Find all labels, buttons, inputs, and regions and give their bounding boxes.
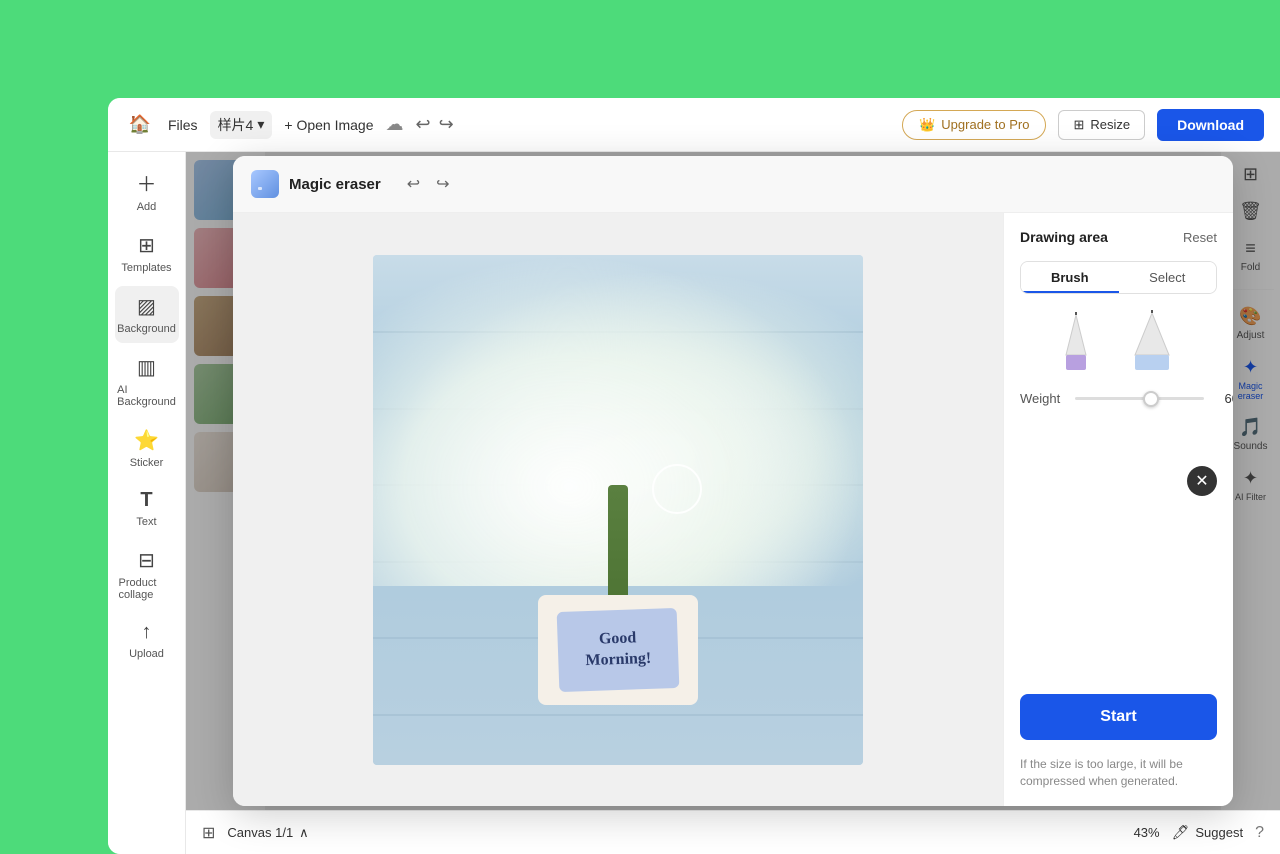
suggest-icon: 🖊	[1172, 824, 1190, 841]
expand-icon[interactable]: ∧	[299, 825, 309, 841]
project-selector[interactable]: 样片4 ▾	[210, 111, 273, 139]
wood-board-6	[373, 714, 863, 716]
modal-image: GoodMorning!	[373, 255, 863, 765]
sidebar-item-templates[interactable]: ⊞ Templates	[115, 225, 179, 282]
open-image-button[interactable]: + Open Image	[284, 117, 373, 133]
brush-toggle-button[interactable]: Brush	[1021, 262, 1119, 293]
drawing-area-title: Drawing area	[1020, 229, 1108, 245]
modal-redo-button[interactable]: ↪	[432, 170, 453, 198]
brush-select-toggle: Brush Select	[1020, 261, 1217, 294]
weight-label: Weight	[1020, 391, 1065, 406]
sidebar-item-background[interactable]: ▨ Background	[115, 286, 179, 343]
app-window: 🏠 Files 样片4 ▾ + Open Image ☁ ↩ ↪ 👑 Upgra…	[108, 98, 1280, 854]
sidebar-item-text[interactable]: T Text	[115, 481, 179, 536]
ai-background-icon: ▥	[137, 355, 156, 380]
help-icon[interactable]: ?	[1255, 824, 1264, 842]
modal-header: Magic eraser ↩ ↪ ✕	[233, 156, 1233, 213]
flower-background: GoodMorning!	[373, 255, 863, 765]
undo-redo-group: ↩ ↪	[416, 114, 454, 135]
resize-icon: ⊞	[1073, 117, 1084, 133]
brush-previews	[1020, 310, 1217, 375]
modal-image-area: GoodMorning!	[233, 213, 1003, 806]
drawing-area-header: Drawing area Reset	[1020, 229, 1217, 245]
bottom-bar: ⊞ Canvas 1/1 ∧ 43% 🖊 Suggest ?	[186, 810, 1280, 854]
topbar: 🏠 Files 样片4 ▾ + Open Image ☁ ↩ ↪ 👑 Upgra…	[108, 98, 1280, 152]
sidebar-item-product-collage[interactable]: ⊟ Product collage	[115, 540, 179, 609]
sticker-icon: ⭐	[134, 428, 159, 453]
upload-icon: ↑	[142, 621, 152, 644]
canvas-label: Canvas 1/1 ∧	[227, 825, 308, 841]
weight-value: 60	[1214, 391, 1233, 406]
tag-note: GoodMorning!	[557, 607, 680, 691]
download-button[interactable]: Download	[1157, 109, 1264, 141]
layers-icon: ⊞	[202, 823, 215, 843]
files-link[interactable]: Files	[168, 117, 198, 133]
magic-eraser-modal: Magic eraser ↩ ↪ ✕	[233, 156, 1233, 806]
weight-slider[interactable]	[1075, 397, 1204, 400]
sidebar-item-ai-background[interactable]: ▥ AI Background	[115, 347, 179, 416]
chevron-down-icon: ▾	[257, 116, 264, 133]
crown-icon: 👑	[919, 117, 935, 133]
undo-button[interactable]: ↩	[416, 114, 431, 135]
select-toggle-button[interactable]: Select	[1119, 262, 1217, 293]
compress-note: If the size is too large, it will be com…	[1020, 756, 1217, 790]
text-icon: T	[140, 489, 152, 512]
good-morning-tag: GoodMorning!	[538, 595, 698, 705]
start-button[interactable]: Start	[1020, 694, 1217, 740]
tag-text: GoodMorning!	[584, 628, 651, 672]
product-collage-icon: ⊟	[138, 548, 155, 573]
modal-undo-redo: ↩ ↪	[403, 170, 454, 198]
sidebar-item-add[interactable]: ＋ Add	[115, 160, 179, 221]
cloud-icon[interactable]: ☁	[386, 114, 404, 135]
templates-icon: ⊞	[138, 233, 155, 258]
left-sidebar: ＋ Add ⊞ Templates ▨ Background ▥ AI Back…	[108, 152, 186, 854]
modal-body: GoodMorning! Drawing area Reset	[233, 213, 1233, 806]
zoom-level: 43%	[1134, 825, 1160, 840]
weight-row: Weight 60	[1020, 391, 1217, 406]
brush-preview-small[interactable]	[1051, 310, 1101, 375]
magic-eraser-header-icon	[251, 170, 279, 198]
resize-button[interactable]: ⊞ Resize	[1058, 110, 1145, 140]
modal-undo-button[interactable]: ↩	[403, 170, 424, 198]
brush-preview-large[interactable]	[1117, 310, 1187, 375]
sidebar-item-sticker[interactable]: ⭐ Sticker	[115, 420, 179, 477]
suggest-button[interactable]: 🖊 Suggest	[1172, 824, 1243, 841]
background-icon: ▨	[137, 294, 156, 319]
home-icon[interactable]: 🏠	[124, 109, 156, 141]
modal-right-panel: Drawing area Reset Brush Select	[1003, 213, 1233, 806]
modal-close-button[interactable]: ✕	[1187, 466, 1217, 496]
modal-title: Magic eraser	[289, 176, 381, 193]
sidebar-item-upload[interactable]: ↑ Upload	[115, 613, 179, 668]
upgrade-to-pro-button[interactable]: 👑 Upgrade to Pro	[902, 110, 1046, 140]
reset-button[interactable]: Reset	[1183, 230, 1217, 245]
redo-button[interactable]: ↪	[439, 114, 454, 135]
modal-overlay: Magic eraser ↩ ↪ ✕	[186, 152, 1280, 810]
add-icon: ＋	[137, 168, 157, 197]
